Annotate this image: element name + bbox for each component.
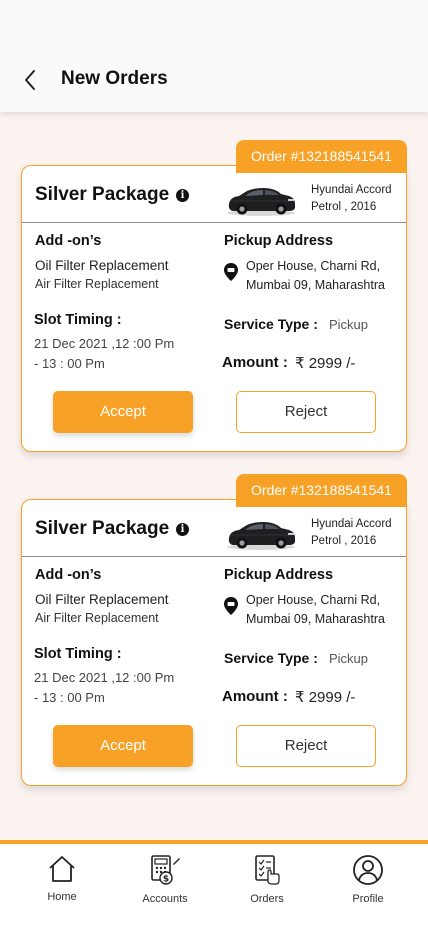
addon-item: Oil Filter Replacement bbox=[35, 592, 169, 607]
amount-label: Amount : bbox=[222, 688, 288, 705]
slot-start: 21 Dec 2021 ,12 :00 Pm bbox=[34, 670, 175, 685]
location-pin-icon bbox=[224, 597, 238, 615]
accept-button[interactable]: Accept bbox=[53, 391, 193, 433]
slot-timing-label: Slot Timing : bbox=[34, 312, 122, 328]
info-icon[interactable]: i bbox=[176, 523, 189, 536]
amount-value: ₹ 2999 /- bbox=[295, 689, 356, 706]
order-card: Order #132188541541 Silver Package i Hyu… bbox=[21, 474, 407, 786]
location-pin-icon bbox=[224, 263, 238, 281]
car-image bbox=[227, 522, 295, 550]
chevron-left-icon bbox=[25, 70, 35, 90]
slot-timing-label: Slot Timing : bbox=[34, 646, 122, 662]
pickup-address: Oper House, Charni Rd, Mumbai 09, Mahara… bbox=[246, 257, 385, 295]
nav-item-profile[interactable]: Profile bbox=[328, 854, 408, 920]
nav-item-home[interactable]: Home bbox=[22, 854, 102, 920]
package-name: Silver Package bbox=[35, 184, 170, 205]
addon-item: Air Filter Replacement bbox=[35, 611, 159, 625]
pickup-address-label: Pickup Address bbox=[224, 233, 334, 249]
reject-button[interactable]: Reject bbox=[236, 725, 376, 767]
nav-label: Profile bbox=[352, 893, 384, 905]
nav-item-orders[interactable]: Orders bbox=[227, 854, 307, 920]
card-header: Silver Package i Hyundai Accord Petrol ,… bbox=[22, 500, 406, 557]
car-model: Hyundai Accord Petrol , 2016 bbox=[311, 182, 392, 216]
pickup-address: Oper House, Charni Rd, Mumbai 09, Mahara… bbox=[246, 591, 385, 629]
amount-label: Amount : bbox=[222, 354, 288, 371]
address-line: Oper House, Charni Rd, bbox=[246, 593, 381, 607]
nav-label: Accounts bbox=[142, 893, 188, 905]
page-title: New Orders bbox=[61, 68, 168, 89]
orders-icon bbox=[255, 855, 280, 885]
amount-value: ₹ 2999 /- bbox=[295, 355, 356, 372]
svg-text:$: $ bbox=[163, 875, 169, 885]
package-name: Silver Package bbox=[35, 518, 170, 539]
nav-label: Home bbox=[47, 891, 77, 903]
addon-item: Oil Filter Replacement bbox=[35, 258, 169, 273]
nav-item-accounts[interactable]: $ Accounts bbox=[125, 854, 205, 920]
address-line: Oper House, Charni Rd, bbox=[246, 259, 381, 273]
card-header: Silver Package i Hyundai Accord Petrol ,… bbox=[22, 166, 406, 223]
app-header: New Orders bbox=[0, 0, 428, 112]
address-line: Mumbai 09, Maharashtra bbox=[246, 612, 385, 626]
addon-item: Air Filter Replacement bbox=[35, 277, 159, 291]
bottom-nav: Home $ Accounts Orders Profile bbox=[0, 840, 428, 926]
slot-start: 21 Dec 2021 ,12 :00 Pm bbox=[34, 336, 175, 351]
nav-label: Orders bbox=[250, 893, 284, 905]
slot-timing-value: 21 Dec 2021 ,12 :00 Pm - 13 : 00 Pm bbox=[34, 668, 174, 708]
order-card: Order #132188541541 Silver Package i Hyu… bbox=[21, 140, 407, 452]
slot-timing-value: 21 Dec 2021 ,12 :00 Pm - 13 : 00 Pm bbox=[34, 334, 174, 374]
service-type-value: Pickup bbox=[329, 317, 369, 332]
addons-label: Add -on’s bbox=[35, 233, 102, 249]
slot-end: - 13 : 00 Pm bbox=[34, 356, 105, 371]
car-image bbox=[227, 188, 295, 216]
service-type-value: Pickup bbox=[329, 651, 369, 666]
address-line: Mumbai 09, Maharashtra bbox=[246, 278, 385, 292]
home-icon bbox=[49, 856, 75, 882]
reject-button[interactable]: Reject bbox=[236, 391, 376, 433]
slot-end: - 13 : 00 Pm bbox=[34, 690, 105, 705]
pickup-address-label: Pickup Address bbox=[224, 567, 334, 583]
addons-label: Add -on’s bbox=[35, 567, 102, 583]
profile-icon bbox=[353, 855, 383, 885]
accept-button[interactable]: Accept bbox=[53, 725, 193, 767]
service-type-label: Service Type : bbox=[224, 316, 318, 332]
car-model: Hyundai Accord Petrol , 2016 bbox=[311, 516, 392, 550]
car-model-name: Hyundai Accord bbox=[311, 518, 392, 530]
accounts-icon: $ bbox=[151, 855, 180, 885]
car-spec: Petrol , 2016 bbox=[311, 201, 377, 213]
back-button[interactable] bbox=[18, 64, 46, 96]
car-spec: Petrol , 2016 bbox=[311, 535, 377, 547]
service-type-label: Service Type : bbox=[224, 650, 318, 666]
car-model-name: Hyundai Accord bbox=[311, 184, 392, 196]
info-icon[interactable]: i bbox=[176, 189, 189, 202]
